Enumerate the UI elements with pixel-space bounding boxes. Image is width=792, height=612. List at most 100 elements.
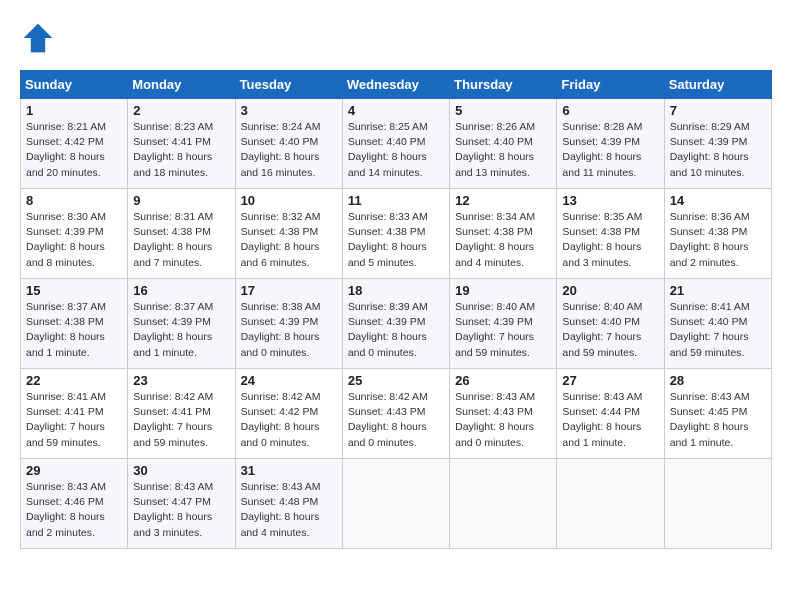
day-cell: 6 Sunrise: 8:28 AMSunset: 4:39 PMDaylight…: [557, 99, 664, 189]
day-cell: 2 Sunrise: 8:23 AMSunset: 4:41 PMDaylight…: [128, 99, 235, 189]
calendar: SundayMondayTuesdayWednesdayThursdayFrid…: [20, 70, 772, 549]
day-cell: 25Sunrise: 8:42 AMSunset: 4:43 PMDayligh…: [342, 369, 449, 459]
day-number: 15: [26, 283, 122, 298]
day-info: Sunrise: 8:41 AMSunset: 4:41 PMDaylight:…: [26, 390, 122, 451]
day-header-saturday: Saturday: [664, 71, 771, 99]
day-cell: 5 Sunrise: 8:26 AMSunset: 4:40 PMDaylight…: [450, 99, 557, 189]
day-cell: 15Sunrise: 8:37 AMSunset: 4:38 PMDayligh…: [21, 279, 128, 369]
day-cell: 23 Sunrise: 8:42 AMSunset: 4:41 PMDayligh…: [128, 369, 235, 459]
day-cell: 10 Sunrise: 8:32 AMSunset: 4:38 PMDayligh…: [235, 189, 342, 279]
day-number: 2: [133, 103, 229, 118]
day-number: 20: [562, 283, 658, 298]
day-cell: [557, 459, 664, 549]
day-number: 14: [670, 193, 766, 208]
day-number: 23: [133, 373, 229, 388]
day-number: 24: [241, 373, 337, 388]
day-info: Sunrise: 8:24 AMSunset: 4:40 PMDaylight:…: [241, 120, 337, 181]
day-cell: 21 Sunrise: 8:41 AMSunset: 4:40 PMDayligh…: [664, 279, 771, 369]
day-cell: 4 Sunrise: 8:25 AMSunset: 4:40 PMDaylight…: [342, 99, 449, 189]
week-row-2: 8 Sunrise: 8:30 AMSunset: 4:39 PMDaylight…: [21, 189, 772, 279]
day-info: Sunrise: 8:30 AMSunset: 4:39 PMDaylight:…: [26, 210, 122, 271]
day-cell: 1 Sunrise: 8:21 AMSunset: 4:42 PMDaylight…: [21, 99, 128, 189]
day-info: Sunrise: 8:33 AMSunset: 4:38 PMDaylight:…: [348, 210, 444, 271]
day-cell: 29Sunrise: 8:43 AMSunset: 4:46 PMDayligh…: [21, 459, 128, 549]
day-info: Sunrise: 8:29 AMSunset: 4:39 PMDaylight:…: [670, 120, 766, 181]
day-cell: 20Sunrise: 8:40 AMSunset: 4:40 PMDayligh…: [557, 279, 664, 369]
calendar-body: 1 Sunrise: 8:21 AMSunset: 4:42 PMDaylight…: [21, 99, 772, 549]
day-cell: 16Sunrise: 8:37 AMSunset: 4:39 PMDayligh…: [128, 279, 235, 369]
day-number: 1: [26, 103, 122, 118]
day-number: 10: [241, 193, 337, 208]
day-number: 19: [455, 283, 551, 298]
day-number: 12: [455, 193, 551, 208]
day-cell: 14 Sunrise: 8:36 AMSunset: 4:38 PMDayligh…: [664, 189, 771, 279]
day-cell: [342, 459, 449, 549]
day-number: 5: [455, 103, 551, 118]
day-number: 18: [348, 283, 444, 298]
day-number: 3: [241, 103, 337, 118]
day-info: Sunrise: 8:42 AMSunset: 4:42 PMDaylight:…: [241, 390, 337, 451]
week-row-4: 22 Sunrise: 8:41 AMSunset: 4:41 PMDayligh…: [21, 369, 772, 459]
day-cell: 7 Sunrise: 8:29 AMSunset: 4:39 PMDaylight…: [664, 99, 771, 189]
day-info: Sunrise: 8:43 AMSunset: 4:44 PMDaylight:…: [562, 390, 658, 451]
day-info: Sunrise: 8:23 AMSunset: 4:41 PMDaylight:…: [133, 120, 229, 181]
day-cell: 11 Sunrise: 8:33 AMSunset: 4:38 PMDayligh…: [342, 189, 449, 279]
day-cell: 18 Sunrise: 8:39 AMSunset: 4:39 PMDayligh…: [342, 279, 449, 369]
day-info: Sunrise: 8:43 AMSunset: 4:48 PMDaylight:…: [241, 480, 337, 541]
day-cell: 24 Sunrise: 8:42 AMSunset: 4:42 PMDayligh…: [235, 369, 342, 459]
day-number: 11: [348, 193, 444, 208]
day-cell: 19 Sunrise: 8:40 AMSunset: 4:39 PMDayligh…: [450, 279, 557, 369]
day-info: Sunrise: 8:40 AMSunset: 4:39 PMDaylight:…: [455, 300, 551, 361]
day-number: 8: [26, 193, 122, 208]
day-info: Sunrise: 8:34 AMSunset: 4:38 PMDaylight:…: [455, 210, 551, 271]
day-number: 22: [26, 373, 122, 388]
calendar-header-row: SundayMondayTuesdayWednesdayThursdayFrid…: [21, 71, 772, 99]
day-header-wednesday: Wednesday: [342, 71, 449, 99]
day-info: Sunrise: 8:41 AMSunset: 4:40 PMDaylight:…: [670, 300, 766, 361]
logo-icon: [20, 20, 56, 56]
day-info: Sunrise: 8:21 AMSunset: 4:42 PMDaylight:…: [26, 120, 122, 181]
day-info: Sunrise: 8:32 AMSunset: 4:38 PMDaylight:…: [241, 210, 337, 271]
day-info: Sunrise: 8:37 AMSunset: 4:39 PMDaylight:…: [133, 300, 229, 361]
day-info: Sunrise: 8:25 AMSunset: 4:40 PMDaylight:…: [348, 120, 444, 181]
day-cell: 30Sunrise: 8:43 AMSunset: 4:47 PMDayligh…: [128, 459, 235, 549]
day-cell: 22 Sunrise: 8:41 AMSunset: 4:41 PMDayligh…: [21, 369, 128, 459]
day-number: 4: [348, 103, 444, 118]
day-cell: 27 Sunrise: 8:43 AMSunset: 4:44 PMDayligh…: [557, 369, 664, 459]
day-info: Sunrise: 8:39 AMSunset: 4:39 PMDaylight:…: [348, 300, 444, 361]
day-info: Sunrise: 8:42 AMSunset: 4:41 PMDaylight:…: [133, 390, 229, 451]
day-header-friday: Friday: [557, 71, 664, 99]
week-row-3: 15Sunrise: 8:37 AMSunset: 4:38 PMDayligh…: [21, 279, 772, 369]
day-info: Sunrise: 8:31 AMSunset: 4:38 PMDaylight:…: [133, 210, 229, 271]
day-number: 27: [562, 373, 658, 388]
day-cell: [664, 459, 771, 549]
day-cell: 12 Sunrise: 8:34 AMSunset: 4:38 PMDayligh…: [450, 189, 557, 279]
day-number: 17: [241, 283, 337, 298]
day-number: 7: [670, 103, 766, 118]
logo: [20, 20, 62, 56]
day-info: Sunrise: 8:42 AMSunset: 4:43 PMDaylight:…: [348, 390, 444, 451]
day-cell: 17 Sunrise: 8:38 AMSunset: 4:39 PMDayligh…: [235, 279, 342, 369]
day-number: 21: [670, 283, 766, 298]
day-info: Sunrise: 8:43 AMSunset: 4:46 PMDaylight:…: [26, 480, 122, 541]
day-cell: [450, 459, 557, 549]
day-info: Sunrise: 8:36 AMSunset: 4:38 PMDaylight:…: [670, 210, 766, 271]
day-cell: 3 Sunrise: 8:24 AMSunset: 4:40 PMDaylight…: [235, 99, 342, 189]
day-info: Sunrise: 8:28 AMSunset: 4:39 PMDaylight:…: [562, 120, 658, 181]
day-cell: 31 Sunrise: 8:43 AMSunset: 4:48 PMDayligh…: [235, 459, 342, 549]
day-info: Sunrise: 8:38 AMSunset: 4:39 PMDaylight:…: [241, 300, 337, 361]
day-cell: 9Sunrise: 8:31 AMSunset: 4:38 PMDaylight…: [128, 189, 235, 279]
day-info: Sunrise: 8:26 AMSunset: 4:40 PMDaylight:…: [455, 120, 551, 181]
day-info: Sunrise: 8:43 AMSunset: 4:43 PMDaylight:…: [455, 390, 551, 451]
day-info: Sunrise: 8:43 AMSunset: 4:45 PMDaylight:…: [670, 390, 766, 451]
day-number: 28: [670, 373, 766, 388]
week-row-5: 29Sunrise: 8:43 AMSunset: 4:46 PMDayligh…: [21, 459, 772, 549]
day-cell: 8 Sunrise: 8:30 AMSunset: 4:39 PMDaylight…: [21, 189, 128, 279]
day-number: 13: [562, 193, 658, 208]
day-cell: 13Sunrise: 8:35 AMSunset: 4:38 PMDayligh…: [557, 189, 664, 279]
day-header-sunday: Sunday: [21, 71, 128, 99]
day-info: Sunrise: 8:43 AMSunset: 4:47 PMDaylight:…: [133, 480, 229, 541]
day-number: 6: [562, 103, 658, 118]
day-number: 31: [241, 463, 337, 478]
week-row-1: 1 Sunrise: 8:21 AMSunset: 4:42 PMDaylight…: [21, 99, 772, 189]
